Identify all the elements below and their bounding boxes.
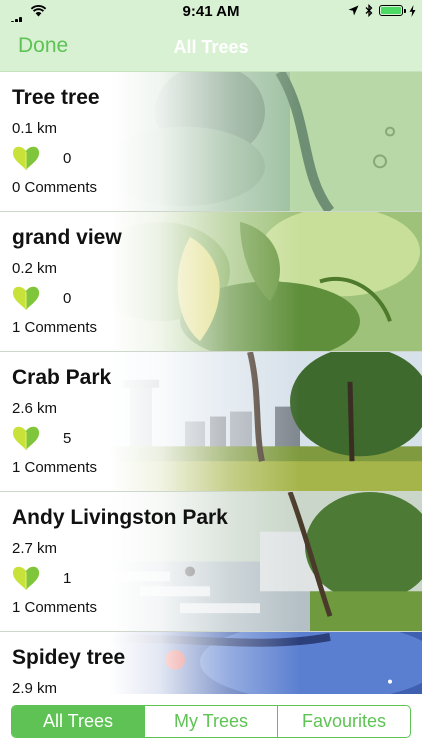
comment-count: 1 Comments [12,459,98,476]
tree-list[interactable]: Tree tree 0.1 km 0 0 Comments grand view… [0,72,422,694]
heart-leaf-icon[interactable] [12,145,40,171]
tree-row[interactable]: Spidey tree 2.9 km [0,632,422,694]
tree-name: Spidey tree [12,646,126,669]
navigation-bar: Done All Trees [0,22,422,72]
charging-bolt-icon [409,4,416,17]
heart-leaf-icon[interactable] [12,285,40,311]
tree-row[interactable]: Tree tree 0.1 km 0 0 Comments [0,72,422,212]
filter-segmented-control: All Trees My Trees Favourites [11,705,411,738]
heart-leaf-icon[interactable] [12,565,40,591]
comment-count: 0 Comments [12,179,98,196]
page-title: All Trees [173,37,249,57]
like-count: 0 [63,289,72,307]
like-count: 0 [63,149,72,167]
comment-count: 1 Comments [12,319,98,336]
tree-distance: 2.6 km [12,400,58,417]
tree-name: Tree tree [12,86,100,109]
tab-my-trees[interactable]: My Trees [145,706,278,737]
location-arrow-icon [348,5,359,16]
bottom-bar: All Trees My Trees Favourites [0,694,422,750]
tree-distance: 2.7 km [12,540,58,557]
tree-distance: 2.9 km [12,680,58,694]
status-bar: 9:41 AM [0,0,422,27]
tree-name: Andy Livingston Park [12,506,228,529]
like-count: 1 [63,569,72,587]
heart-leaf-icon[interactable] [12,425,40,451]
like-count: 5 [63,429,72,447]
tree-name: grand view [12,226,122,249]
tree-row[interactable]: Andy Livingston Park 2.7 km 1 1 Comments [0,492,422,632]
bluetooth-icon [365,4,373,17]
tree-distance: 0.1 km [12,120,58,137]
battery-icon [379,5,406,16]
tab-favourites[interactable]: Favourites [278,706,410,737]
tab-all-trees[interactable]: All Trees [12,706,145,737]
tree-name: Crab Park [12,366,112,389]
tree-row[interactable]: Crab Park 2.6 km 5 1 Comments [0,352,422,492]
tree-row[interactable]: grand view 0.2 km 0 1 Comments [0,212,422,352]
comment-count: 1 Comments [12,599,98,616]
tree-distance: 0.2 km [12,260,58,277]
